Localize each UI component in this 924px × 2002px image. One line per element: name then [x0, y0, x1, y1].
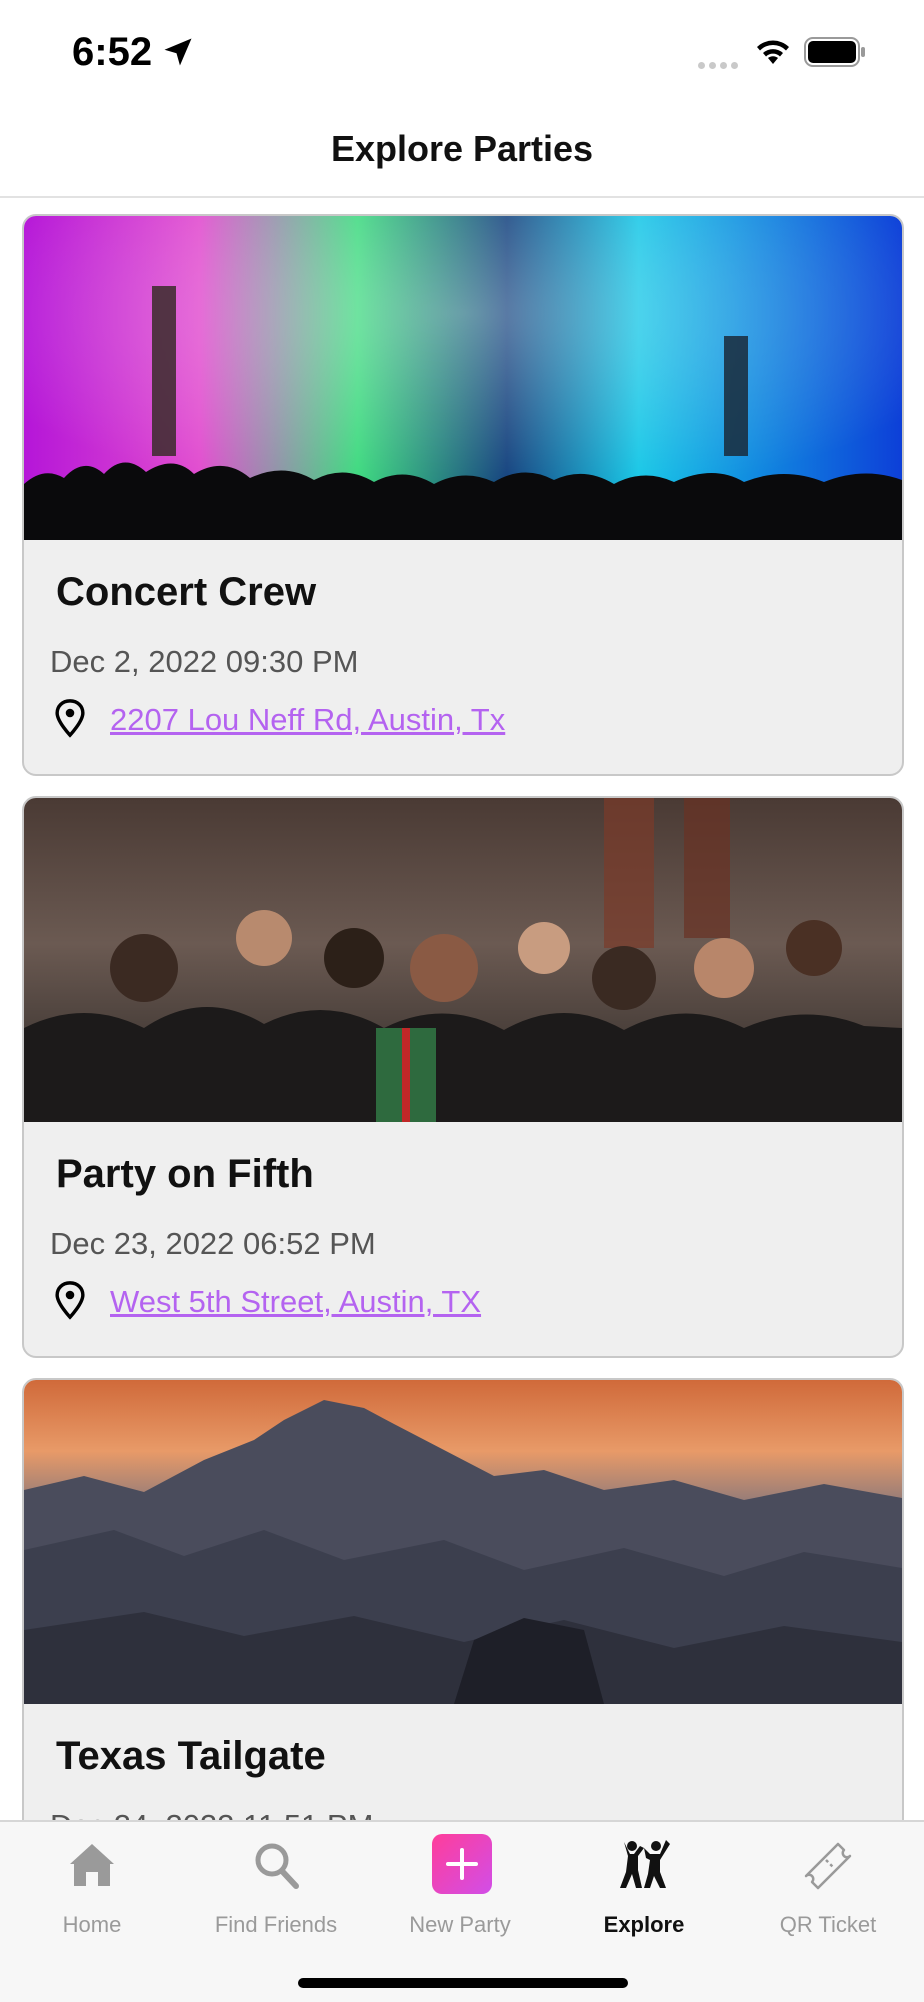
cellular-signal-icon — [698, 56, 742, 74]
party-datetime: Dec 24, 2022 11:51 PM — [50, 1808, 373, 1820]
new-party-button[interactable] — [432, 1834, 492, 1894]
party-address-link[interactable]: West 5th Street, Austin, TX — [110, 1284, 481, 1320]
party-feed[interactable]: Concert Crew Dec 2, 2022 09:30 PM 2207 L… — [0, 198, 924, 1820]
tab-label: New Party — [409, 1912, 511, 1937]
tab-label: Explore — [603, 1912, 685, 1937]
home-indicator — [298, 1978, 628, 1988]
status-time: 6:52 — [72, 30, 153, 74]
party-address-link[interactable]: 2207 Lou Neff Rd, Austin, Tx — [110, 702, 505, 738]
house-icon — [70, 1844, 114, 1886]
wifi-icon — [757, 40, 789, 64]
dancing-people-icon — [620, 1840, 670, 1888]
crowd-photo — [24, 798, 902, 1122]
party-datetime: Dec 23, 2022 06:52 PM — [50, 1226, 376, 1261]
tab-find-friends[interactable]: Find Friends — [184, 1822, 368, 1952]
tab-explore[interactable]: Explore — [552, 1822, 736, 1952]
plus-icon — [446, 1848, 478, 1880]
tab-qr-ticket[interactable]: QR Ticket — [736, 1822, 920, 1952]
party-name: Texas Tailgate — [56, 1734, 326, 1778]
location-arrow-icon — [164, 38, 192, 66]
concert-photo — [24, 216, 902, 540]
party-name: Party on Fifth — [56, 1152, 314, 1196]
status-bar: 6:52 — [0, 0, 924, 100]
ticket-icon — [804, 1842, 852, 1890]
party-card[interactable]: Concert Crew Dec 2, 2022 09:30 PM 2207 L… — [22, 214, 904, 776]
tab-home[interactable]: Home — [0, 1822, 184, 1952]
tab-label: QR Ticket — [779, 1912, 877, 1937]
battery-icon — [804, 37, 865, 67]
tab-bar: Home Find Friends New Party Explore QR T… — [0, 1820, 924, 2002]
tab-label: Find Friends — [214, 1912, 338, 1937]
map-pin-icon — [55, 699, 85, 738]
mountain-sunset-photo — [24, 1380, 902, 1704]
search-icon — [255, 1843, 299, 1889]
tab-new-party[interactable]: New Party — [368, 1822, 552, 1952]
page-title: Explore Parties — [330, 128, 594, 169]
party-card[interactable]: Texas Tailgate Dec 24, 2022 11:51 PM — [22, 1378, 904, 1820]
navigation-bar: Explore Parties — [0, 100, 924, 198]
party-name: Concert Crew — [56, 570, 317, 614]
party-datetime: Dec 2, 2022 09:30 PM — [50, 644, 359, 679]
map-pin-icon — [55, 1281, 85, 1320]
party-card[interactable]: Party on Fifth Dec 23, 2022 06:52 PM Wes… — [22, 796, 904, 1358]
tab-label: Home — [62, 1912, 122, 1937]
